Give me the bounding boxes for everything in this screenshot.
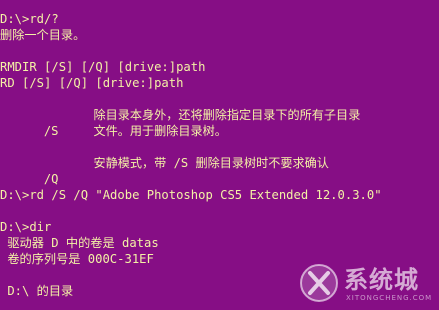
watermark-subtitle: XITONGCHENG.COM: [346, 294, 433, 302]
usage-rd-line: RD [/S] [/Q] [drive:]path: [0, 76, 184, 90]
option-q: /Q 安静模式，带 /S 删除目录树时不要求确认: [0, 155, 437, 186]
serial-number-line: 卷的序列号是 000C-31EF: [0, 252, 154, 266]
watermark-logo: 系统城 XITONGCHENG.COM: [299, 260, 439, 310]
command-help-line: D:\>rd/?: [0, 12, 59, 26]
option-description-line: 除目录本身外，还将删除指定目录下的所有子目录: [93, 108, 361, 122]
usage-rmdir-line: RMDIR [/S] [/Q] [drive:]path: [0, 60, 206, 74]
console-window[interactable]: D:\>rd/? 删除一个目录。 RMDIR [/S] [/Q] [drive:…: [0, 0, 439, 310]
option-flag: /S: [29, 124, 59, 138]
volume-label-line: 驱动器 D 中的卷是 datas: [0, 236, 159, 250]
logo-icon: [300, 264, 338, 302]
command-dir-line: D:\>dir: [0, 220, 52, 234]
description-line: 删除一个目录。: [0, 28, 86, 42]
command-rd-line: D:\>rd /S /Q "Adobe Photoshop CS5 Extend…: [0, 188, 382, 202]
option-description-line: 安静模式，带 /S 删除目录树时不要求确认: [93, 156, 329, 170]
option-description-line: 文件。用于删除目录树。: [93, 124, 227, 138]
option-flag: /Q: [29, 172, 59, 186]
directory-header-line: D:\ 的目录: [0, 284, 74, 298]
option-s: /S 除目录本身外，还将删除指定目录下的所有子目录 文件。用于删除目录树。: [0, 107, 437, 139]
watermark-title: 系统城: [344, 266, 419, 294]
